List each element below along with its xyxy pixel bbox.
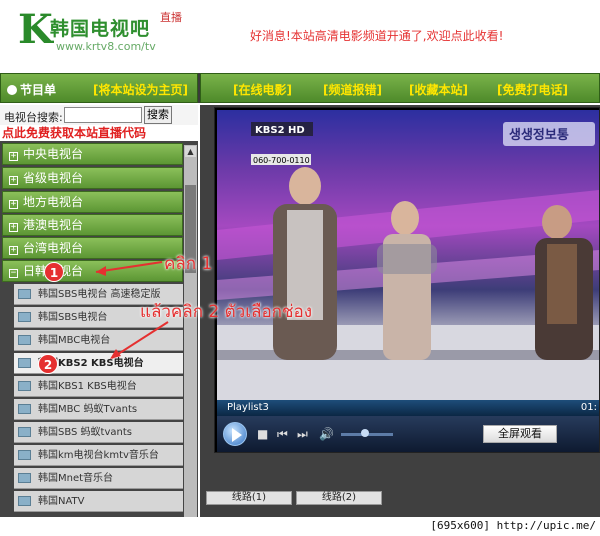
arrow-line-2 — [111, 321, 169, 359]
step-badge-1: 1 — [44, 262, 64, 282]
annotation-step-1: คลิก 1 — [164, 254, 213, 274]
footer: [695x600] http://upic.me/ — [0, 517, 600, 536]
annotation-step-2: แล้วคลิก 2 ตัวเลือกช่อง — [140, 302, 312, 322]
step-badge-2: 2 — [38, 354, 58, 374]
arrow-head-2 — [110, 349, 121, 359]
image-host-credit: [695x600] http://upic.me/ — [430, 519, 596, 532]
annotation-arrows — [95, 261, 169, 359]
